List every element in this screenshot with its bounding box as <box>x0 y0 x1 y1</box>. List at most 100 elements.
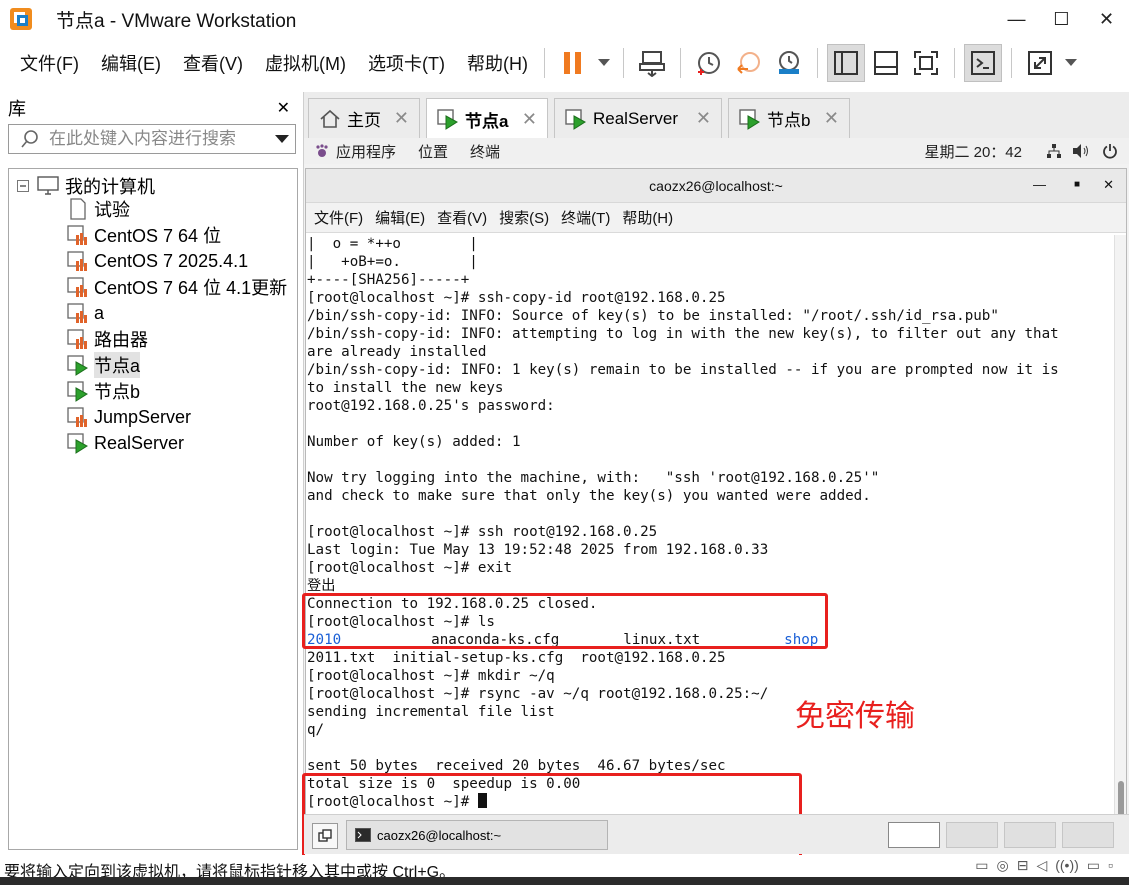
terminal-menu-terminal[interactable]: 终端(T) <box>561 207 610 228</box>
guest-taskbar: caozx26@localhost:~ <box>304 814 1129 854</box>
guest-task-terminal[interactable]: caozx26@localhost:~ <box>346 820 608 850</box>
terminal-minimize-button[interactable]: — <box>1033 177 1046 192</box>
gnome-clock[interactable]: 星期二 20：42 <box>924 141 1022 162</box>
tab-label: 主页 <box>347 111 381 130</box>
pause-button[interactable] <box>554 44 592 82</box>
tree-item-vm[interactable]: JumpServer <box>67 405 191 429</box>
terminal-output[interactable]: | o = *++o | | +oB+=o. | +----[SHA256]----… <box>306 235 1114 821</box>
tab-close-icon[interactable]: ✕ <box>696 108 711 129</box>
console-view-button[interactable] <box>963 44 1002 82</box>
stretch-dropdown[interactable] <box>1061 44 1081 82</box>
terminal-menubar: 文件(F) 编辑(E) 查看(V) 搜索(S) 终端(T) 帮助(H) <box>306 203 1126 233</box>
volume-icon[interactable] <box>1072 143 1090 159</box>
tree-item-vm[interactable]: a <box>67 301 104 325</box>
terminal-menu-search[interactable]: 搜索(S) <box>499 207 549 228</box>
tree-item-label: CentOS 7 2025.4.1 <box>94 250 249 271</box>
workspace-1[interactable] <box>888 822 940 848</box>
minimize-button[interactable]: — <box>994 0 1039 38</box>
snapshot-manager-button[interactable] <box>770 44 808 82</box>
workspace-3[interactable] <box>1004 822 1056 848</box>
fullscreen-button[interactable] <box>907 44 945 82</box>
gnome-terminal-menu[interactable]: 终端 <box>470 141 500 162</box>
library-view-button[interactable] <box>826 44 865 82</box>
search-input[interactable] <box>49 129 275 149</box>
tree-item-vm[interactable]: CentOS 7 64 位 4.1更新 <box>67 275 287 299</box>
thumbnail-view-button[interactable] <box>867 44 905 82</box>
show-desktop-button[interactable] <box>312 823 338 849</box>
workspace-4[interactable] <box>1062 822 1114 848</box>
gnome-places-menu[interactable]: 位置 <box>418 141 448 162</box>
search-dropdown-icon[interactable] <box>275 134 289 144</box>
vm-running-icon <box>437 109 458 130</box>
revert-snapshot-button[interactable] <box>730 44 768 82</box>
terminal-line: [root@localhost ~]# ssh root@192.168.0.2… <box>307 524 658 540</box>
terminal-scrollbar[interactable] <box>1114 235 1126 821</box>
search-icon <box>21 130 38 148</box>
terminal-menu-help[interactable]: 帮助(H) <box>622 207 673 228</box>
cd-rom-icon[interactable]: ◎ <box>997 857 1009 874</box>
close-button[interactable]: ✕ <box>1084 0 1129 38</box>
menu-vm[interactable]: 虚拟机(M) <box>263 48 348 78</box>
tree-item-vm[interactable]: 试验 <box>67 197 130 221</box>
terminal-window[interactable]: caozx26@localhost:~ — ■ ✕ 文件(F) 编辑(E) 查看… <box>302 168 1127 885</box>
terminal-maximize-button[interactable]: ■ <box>1074 179 1080 190</box>
send-ctrl-alt-del-button[interactable] <box>633 44 671 82</box>
sound-card-icon[interactable]: ◁ <box>1036 857 1047 874</box>
tree-item-vm[interactable]: 路由器 <box>67 327 148 351</box>
workspace-2[interactable] <box>946 822 998 848</box>
display-icon[interactable]: ▭ <box>1087 857 1100 874</box>
network-adapter-icon[interactable]: ⊟ <box>1017 857 1029 874</box>
tab-label: 节点b <box>767 111 811 130</box>
terminal-menu-edit[interactable]: 编辑(E) <box>375 207 425 228</box>
maximize-button[interactable]: ☐ <box>1039 0 1084 38</box>
stretch-button[interactable] <box>1021 44 1059 82</box>
terminal-line: are already installed <box>307 344 487 360</box>
tree-item-vm[interactable]: CentOS 7 64 位 <box>67 223 221 247</box>
tree-root-my-computer[interactable]: 我的计算机 <box>17 173 155 199</box>
toolbar-separator <box>816 48 818 78</box>
menu-file[interactable]: 文件(F) <box>18 48 81 78</box>
tab-node-b[interactable]: 节点b ✕ <box>728 98 850 138</box>
tree-item-vm[interactable]: RealServer <box>67 431 184 455</box>
revert-snapshot-icon <box>737 52 760 74</box>
collapse-icon[interactable] <box>17 180 29 192</box>
network-icon[interactable] <box>1046 143 1062 159</box>
menu-tabs[interactable]: 选项卡(T) <box>366 48 447 78</box>
tree-item-vm[interactable]: CentOS 7 2025.4.1 <box>67 249 248 273</box>
terminal-menu-view[interactable]: 查看(V) <box>437 207 487 228</box>
wireless-icon[interactable]: ((•)) <box>1055 857 1079 874</box>
power-icon[interactable] <box>1102 143 1118 159</box>
library-view-icon <box>833 51 858 75</box>
terminal-line: and check to make sure that only the key… <box>307 488 871 504</box>
tree-item-vm[interactable]: 节点a <box>67 352 141 378</box>
tab-close-icon[interactable]: ✕ <box>394 108 409 129</box>
tab-close-icon[interactable]: ✕ <box>824 108 839 129</box>
pause-dropdown[interactable] <box>594 44 614 82</box>
tree-item-label: CentOS 7 64 位 4.1更新 <box>94 278 288 298</box>
send-ctrl-alt-del-icon <box>638 51 665 77</box>
fullscreen-icon <box>913 51 938 75</box>
stretch-icon <box>1027 51 1052 75</box>
terminal-close-button[interactable]: ✕ <box>1103 177 1114 193</box>
library-close-button[interactable]: ✕ <box>277 98 290 118</box>
vm-running-icon <box>67 433 88 454</box>
snapshot-button[interactable] <box>690 44 728 82</box>
terminal-line: | +oB+=o. | <box>307 254 478 270</box>
menu-help[interactable]: 帮助(H) <box>465 48 530 78</box>
terminal-menu-file[interactable]: 文件(F) <box>314 207 363 228</box>
hard-disk-icon[interactable]: ▭ <box>975 857 988 874</box>
gnome-applications-menu[interactable]: 应用程序 <box>336 141 396 162</box>
tab-home[interactable]: 主页 ✕ <box>308 98 420 138</box>
tab-realserver[interactable]: RealServer ✕ <box>554 98 722 138</box>
terminal-line: q/ <box>307 722 325 738</box>
vm-running-icon <box>565 108 586 130</box>
tab-node-a[interactable]: 节点a ✕ <box>426 98 548 139</box>
library-search[interactable] <box>8 124 296 154</box>
scrollbar-thumb[interactable] <box>1118 781 1124 817</box>
menu-view[interactable]: 查看(V) <box>181 48 245 78</box>
menu-edit[interactable]: 编辑(E) <box>99 48 163 78</box>
usb-icon[interactable]: ▫ <box>1108 857 1113 874</box>
pause-icon <box>563 52 581 74</box>
tab-close-icon[interactable]: ✕ <box>522 109 537 130</box>
tree-item-vm[interactable]: 节点b <box>67 379 140 403</box>
